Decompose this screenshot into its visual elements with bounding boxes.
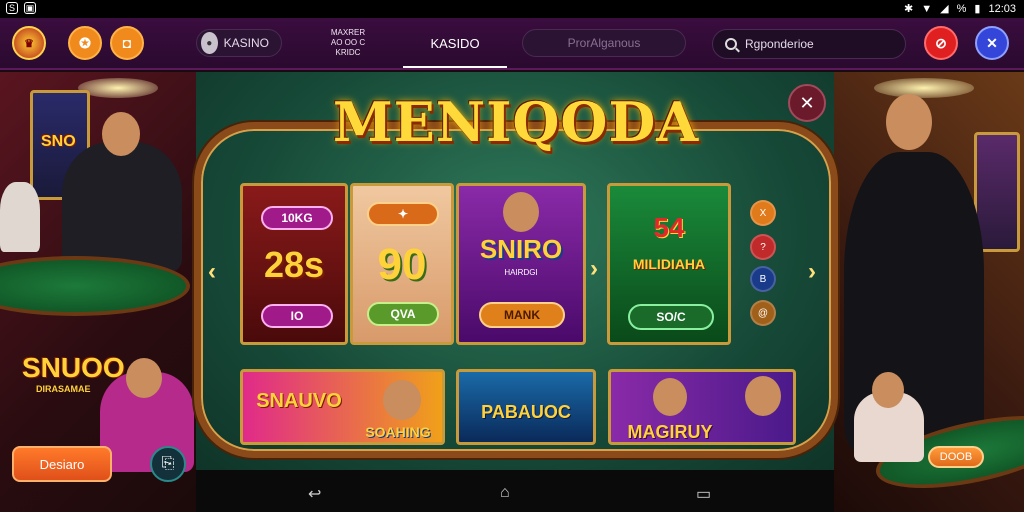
character-head xyxy=(503,192,539,232)
tab-kasino-label: KASINO xyxy=(223,36,269,50)
snuoo-sign: SNUOO xyxy=(22,352,125,383)
bookmark-icon[interactable]: ⎘ xyxy=(150,446,186,482)
home-icon[interactable]: ⌂ xyxy=(500,484,510,502)
bluetooth-icon: ✱ xyxy=(904,3,914,15)
woman-head xyxy=(872,372,904,408)
tools-icon[interactable]: ✕ xyxy=(975,26,1009,60)
game-card[interactable]: SNAUVO SOAHING xyxy=(240,369,445,445)
character-head-2 xyxy=(745,376,781,416)
battery-text: % xyxy=(956,2,967,15)
back-icon[interactable]: ↩ xyxy=(308,484,321,504)
search-input[interactable]: Rgponderioe xyxy=(712,29,906,59)
casino-logo[interactable]: ♛ xyxy=(12,26,46,60)
chevron-right-icon-outer[interactable]: › xyxy=(808,258,816,286)
girl-head xyxy=(126,358,162,398)
dot-button-1[interactable]: X xyxy=(750,200,776,226)
chip-icon: ● xyxy=(201,32,218,54)
character-head xyxy=(383,380,421,420)
status-bar: S ▣ ✱ ▼ ◢ % ▮ 12:03 xyxy=(0,0,1024,18)
tab-promo[interactable]: MAXRER AO OO C KRIDC xyxy=(316,28,380,58)
android-nav-bar: ↩ ⌂ ▭ xyxy=(196,470,834,512)
game-card[interactable]: 54 MILIDIAHA SO/C xyxy=(607,183,731,345)
dealer-head xyxy=(102,112,140,156)
game-card[interactable]: 10KG 28s IO xyxy=(240,183,348,345)
clock: 12:03 xyxy=(988,2,1016,15)
wifi-icon: ▼ xyxy=(921,2,933,15)
signal-icon: ◢ xyxy=(940,3,949,15)
player xyxy=(0,182,40,252)
lamp xyxy=(78,78,158,98)
right-badge[interactable]: DOOB xyxy=(928,446,984,468)
top-bar: ♛ ✪ ◘ ● KASINO MAXRER AO OO C KRIDC KASI… xyxy=(0,18,1024,70)
dot-button-2[interactable]: ? xyxy=(750,234,776,260)
dot-button-4[interactable]: @ xyxy=(750,300,776,326)
battery-icon: ▮ xyxy=(974,3,981,15)
game-card[interactable]: MAGIRUY xyxy=(608,369,796,445)
chevron-right-icon[interactable]: › xyxy=(590,255,598,283)
recents-icon[interactable]: ▭ xyxy=(696,484,711,504)
search-icon xyxy=(725,38,737,50)
tab-prorAlganous[interactable]: ProrAlganous xyxy=(522,29,686,57)
bag-icon[interactable]: ◘ xyxy=(110,26,144,60)
desiaro-button[interactable]: Desiaro xyxy=(12,446,112,482)
tab-kasido[interactable]: KASIDO xyxy=(403,32,507,68)
sign-sub: DIRASAMAE xyxy=(36,384,91,394)
game-card[interactable]: ✦ 90 QVA xyxy=(350,183,454,345)
game-card[interactable]: SNIRO HAIRDGI MANK xyxy=(456,183,586,345)
search-placeholder: Rgponderioe xyxy=(745,37,814,51)
alert-icon[interactable]: ⊘ xyxy=(924,26,958,60)
star-icon: ✦ xyxy=(367,202,439,226)
lamp xyxy=(874,78,974,98)
character-head xyxy=(653,378,687,416)
award-icon[interactable]: ✪ xyxy=(68,26,102,60)
tab-kasino[interactable]: ● KASINO xyxy=(196,29,282,57)
close-icon[interactable]: ✕ xyxy=(788,84,826,122)
man-head xyxy=(886,94,932,150)
dealer xyxy=(62,142,182,272)
dot-button-3[interactable]: B xyxy=(750,266,776,292)
right-scene xyxy=(834,72,1024,512)
sim-icon: ▣ xyxy=(24,2,36,14)
page-title: MENIQODA xyxy=(332,90,700,154)
game-card[interactable]: PABAUOC xyxy=(456,369,596,445)
chevron-left-icon[interactable]: ‹ xyxy=(208,258,216,286)
app-icon: S xyxy=(6,2,18,14)
